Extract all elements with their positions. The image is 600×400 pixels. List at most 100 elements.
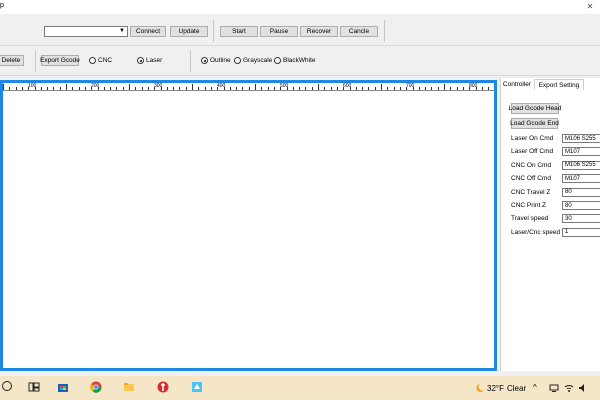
ruler-tick: [129, 84, 130, 90]
search-icon[interactable]: [2, 381, 12, 391]
task-view-icon[interactable]: [28, 381, 40, 393]
connect-button[interactable]: Connect: [130, 26, 166, 37]
image-blackwhite-radio[interactable]: [274, 57, 281, 64]
ruler-tick: [355, 87, 357, 90]
work-canvas[interactable]: 100 200 300 400 500 600 700 800: [0, 80, 497, 371]
close-icon[interactable]: ✕: [585, 2, 595, 12]
update-button[interactable]: Update: [170, 26, 208, 37]
ruler-label: 300: [154, 83, 163, 89]
field-label: Laser/Cnc speed: [511, 228, 561, 236]
network-icon[interactable]: [549, 383, 559, 393]
ruler-tick: [387, 87, 389, 90]
ruler-label: 600: [343, 83, 352, 89]
ruler-tick: [147, 87, 149, 90]
ruler-tick: [362, 87, 364, 90]
image-blackwhite-label: BlackWhite: [283, 57, 316, 64]
load-gcode-end-button[interactable]: Load Gcode End: [510, 118, 559, 129]
ruler-tick: [431, 87, 433, 90]
pause-button[interactable]: Pause: [260, 26, 298, 37]
ruler-tick: [242, 87, 244, 90]
export-gcode-button[interactable]: Export Gcode: [40, 55, 80, 66]
ruler-tick: [135, 87, 137, 90]
ruler-tick: [84, 87, 86, 90]
horizontal-ruler: 100 200 300 400 500 600 700 800: [3, 83, 494, 91]
ruler-label: 400: [217, 83, 226, 89]
ruler-label: 700: [406, 83, 415, 89]
ruler-tick: [192, 84, 193, 90]
field-input[interactable]: 30: [562, 214, 600, 224]
ruler-tick: [393, 87, 395, 90]
mode-laser-radio[interactable]: [137, 57, 144, 64]
recover-button[interactable]: Recover: [300, 26, 338, 37]
toolbar-top: ▼ Connect Update Start Pause Recover Can…: [0, 14, 600, 46]
ruler-tick: [456, 87, 458, 90]
ruler-tick: [166, 87, 168, 90]
ruler-tick: [204, 87, 206, 90]
wifi-icon[interactable]: [564, 383, 574, 393]
field-input[interactable]: M107: [562, 147, 600, 157]
field-label: CNC Travel Z: [511, 188, 551, 196]
image-grayscale-radio[interactable]: [234, 57, 241, 64]
field-label: Laser On Cmd: [511, 135, 554, 142]
mode-cnc-radio[interactable]: [89, 57, 96, 64]
mode-cnc-label: CNC: [98, 57, 113, 64]
ruler-tick: [173, 87, 175, 90]
ruler-tick: [179, 87, 181, 90]
folder-icon[interactable]: [123, 381, 135, 393]
ruler-tick: [437, 87, 439, 90]
ruler-tick: [450, 87, 452, 90]
ruler-tick: [292, 87, 294, 90]
ruler-tick: [198, 87, 200, 90]
delete-button[interactable]: Delete: [0, 55, 24, 66]
chrome-icon[interactable]: [90, 381, 102, 393]
ruler-tick: [368, 87, 370, 90]
ruler-tick: [374, 87, 376, 90]
chevron-up-icon[interactable]: ^: [533, 383, 537, 392]
field-label: CNC Print Z: [511, 202, 547, 209]
ruler-tick: [66, 84, 67, 90]
tab-export-setting[interactable]: Export Setting: [534, 79, 584, 90]
separator: [384, 20, 385, 42]
laser-app-icon[interactable]: [191, 381, 203, 393]
ruler-tick: [116, 87, 118, 90]
ruler-tick: [324, 87, 326, 90]
volume-icon[interactable]: [578, 383, 588, 393]
image-outline-label: Outline: [210, 57, 231, 64]
tab-controller[interactable]: Controller: [502, 79, 532, 90]
field-input[interactable]: 80: [562, 187, 600, 197]
field-input[interactable]: M107: [562, 174, 600, 184]
port-select[interactable]: ▼: [44, 26, 128, 37]
ruler-tick: [261, 87, 263, 90]
cancle-button[interactable]: Cancle: [340, 26, 378, 37]
field-label: CNC Off Cmd: [511, 175, 551, 183]
weather-condition: Clear: [507, 384, 527, 393]
app-icon[interactable]: [157, 381, 169, 393]
ruler-tick: [141, 87, 143, 90]
store-icon[interactable]: [57, 381, 69, 393]
ruler-tick: [255, 84, 256, 90]
ruler-tick: [425, 87, 427, 90]
ruler-tick: [248, 87, 250, 90]
image-outline-radio[interactable]: [201, 57, 208, 64]
chevron-down-icon: ▼: [119, 28, 125, 34]
start-button[interactable]: Start: [220, 26, 258, 37]
load-gcode-head-button[interactable]: Load Gcode Head: [509, 103, 561, 114]
ruler-tick: [236, 87, 238, 90]
field-input[interactable]: M106 S255: [562, 134, 600, 143]
weather-icon[interactable]: [473, 383, 485, 393]
field-input[interactable]: 1: [562, 227, 600, 237]
ruler-tick: [21, 87, 23, 90]
ruler-tick: [210, 87, 212, 90]
field-label: Laser Off Cmd: [511, 148, 554, 156]
field-input[interactable]: 80: [562, 201, 600, 210]
ruler-tick: [462, 87, 464, 90]
ruler-tick: [3, 84, 4, 90]
ruler-tick: [330, 87, 332, 90]
ruler-tick: [47, 87, 49, 90]
ruler-tick: [267, 87, 269, 90]
field-input[interactable]: M106 S255: [562, 160, 600, 170]
ruler-tick: [444, 84, 445, 90]
ruler-tick: [229, 87, 231, 90]
field-label: Travel speed: [511, 215, 549, 223]
image-grayscale-label: Grayscale: [243, 57, 273, 64]
